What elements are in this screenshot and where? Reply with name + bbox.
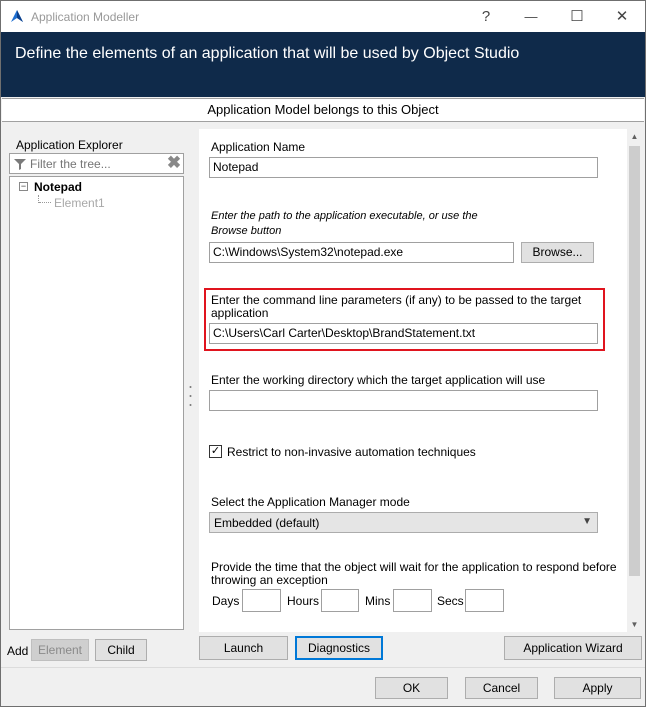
- command-line-field[interactable]: C:\Users\Carl Carter\Desktop\BrandStatem…: [209, 323, 598, 344]
- add-element-button[interactable]: Element: [31, 639, 89, 661]
- scroll-down-icon[interactable]: ▼: [627, 617, 642, 632]
- help-button[interactable]: ?: [471, 6, 501, 28]
- restrict-checkbox[interactable]: ✓: [209, 445, 222, 458]
- workdir-label: Enter the working directory which the ta…: [211, 373, 546, 387]
- app-name-label: Application Name: [211, 140, 306, 154]
- vertical-scrollbar[interactable]: ▲ ▼: [627, 129, 642, 632]
- application-modeller-window: Application Modeller ? — ☐ ✕ Define the …: [0, 0, 646, 707]
- tree-filter-box: ✖: [9, 153, 184, 174]
- explorer-label: Application Explorer: [16, 138, 123, 152]
- add-label: Add: [7, 644, 29, 658]
- secs-field[interactable]: [465, 589, 504, 612]
- cancel-button[interactable]: Cancel: [465, 677, 538, 699]
- app-name-field[interactable]: Notepad: [209, 157, 598, 178]
- working-directory-field[interactable]: [209, 390, 598, 411]
- mins-field[interactable]: [393, 589, 432, 612]
- cmdline-label-line2: application: [211, 306, 269, 320]
- header-banner: Define the elements of an application th…: [1, 32, 645, 97]
- tree-node-notepad[interactable]: Notepad: [34, 180, 82, 194]
- path-label-line1: Enter the path to the application execut…: [211, 210, 478, 222]
- clear-filter-icon[interactable]: ✖: [166, 154, 182, 171]
- tree-connector: [39, 202, 51, 203]
- scroll-up-icon[interactable]: ▲: [627, 129, 642, 144]
- collapse-icon[interactable]: −: [19, 182, 28, 191]
- object-ownership-bar: Application Model belongs to this Object: [2, 98, 644, 122]
- cmdline-label-line1: Enter the command line parameters (if an…: [211, 293, 582, 307]
- splitter-handle[interactable]: [189, 384, 192, 408]
- close-button[interactable]: ✕: [607, 6, 637, 28]
- divider: [1, 667, 645, 668]
- banner-text: Define the elements of an application th…: [15, 45, 520, 62]
- manager-mode-select[interactable]: Embedded (default) ▼: [209, 512, 598, 533]
- title-bar: Application Modeller ? — ☐ ✕: [1, 1, 645, 32]
- path-label-line2: Browse button: [211, 225, 282, 237]
- diagnostics-button[interactable]: Diagnostics: [295, 636, 383, 660]
- executable-path-field[interactable]: C:\Windows\System32\notepad.exe: [209, 242, 514, 263]
- chevron-down-icon: ▼: [582, 516, 592, 527]
- manager-mode-label: Select the Application Manager mode: [211, 495, 410, 509]
- add-child-button[interactable]: Child: [95, 639, 147, 661]
- apply-button[interactable]: Apply: [554, 677, 641, 699]
- application-wizard-button[interactable]: Application Wizard: [504, 636, 642, 660]
- timeout-label-line1: Provide the time that the object will wa…: [211, 560, 617, 574]
- ok-button[interactable]: OK: [375, 677, 448, 699]
- funnel-icon: [14, 159, 26, 170]
- scroll-thumb[interactable]: [629, 146, 640, 576]
- hours-label: Hours: [287, 594, 320, 608]
- days-field[interactable]: [242, 589, 281, 612]
- launch-button[interactable]: Launch: [199, 636, 288, 660]
- days-label: Days: [212, 594, 240, 608]
- timeout-label-line2: throwing an exception: [211, 573, 328, 587]
- manager-mode-value: Embedded (default): [214, 516, 320, 530]
- window-title: Application Modeller: [31, 10, 140, 24]
- application-tree: − Notepad Element1: [9, 176, 184, 630]
- tree-node-element1[interactable]: Element1: [54, 196, 105, 210]
- maximize-button[interactable]: ☐: [562, 6, 592, 28]
- mins-label: Mins: [365, 594, 391, 608]
- secs-label: Secs: [437, 594, 464, 608]
- blueprism-logo-icon: [11, 10, 23, 22]
- hours-field[interactable]: [321, 589, 359, 612]
- restrict-label: Restrict to non-invasive automation tech…: [227, 445, 476, 459]
- browse-button[interactable]: Browse...: [521, 242, 594, 263]
- minimize-button[interactable]: —: [516, 6, 546, 28]
- tree-filter-input[interactable]: [30, 155, 165, 172]
